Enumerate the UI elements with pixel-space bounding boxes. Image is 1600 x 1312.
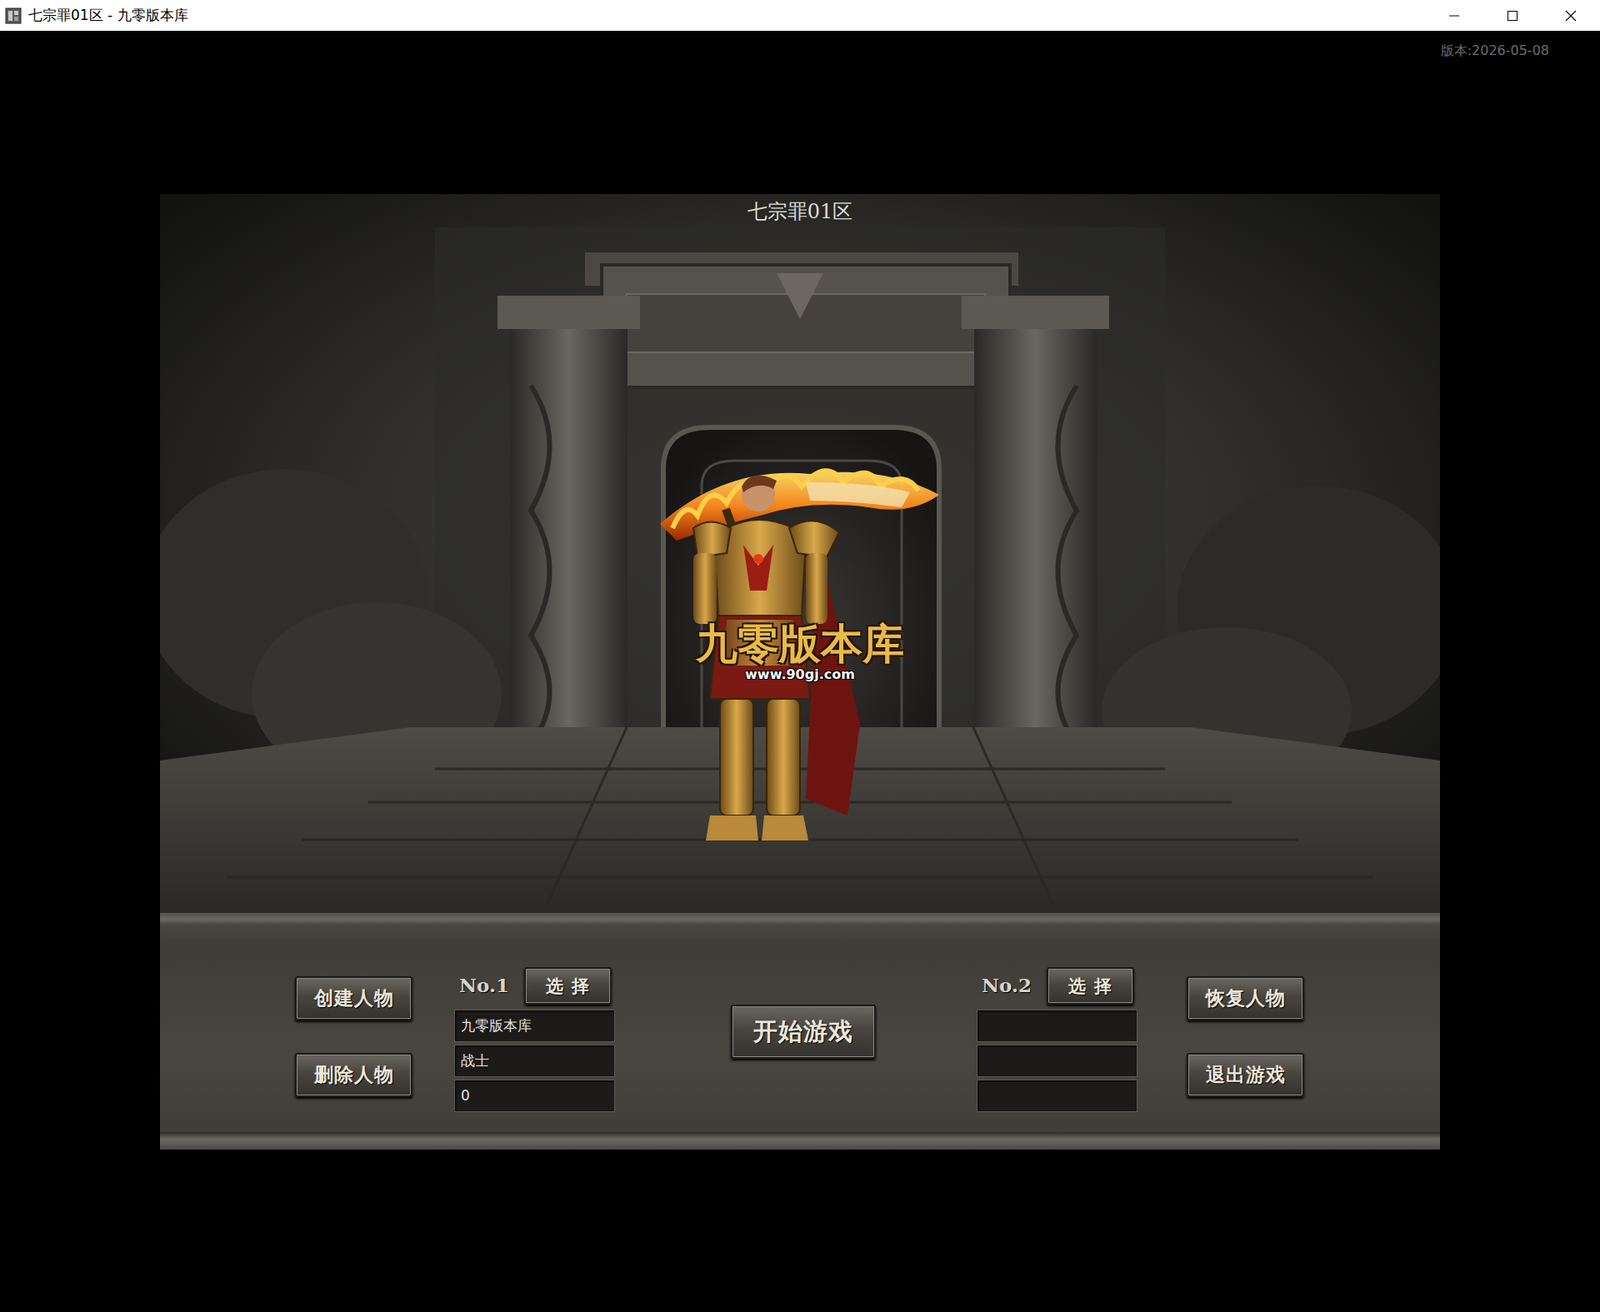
- close-icon: [1564, 9, 1578, 23]
- version-label: 版本:2026-05-08: [1440, 42, 1550, 59]
- title-bar: 七宗罪01区 - 九零版本库: [0, 0, 1600, 31]
- maximize-icon: [1505, 9, 1520, 23]
- delete-character-button[interactable]: 删除人物: [295, 1053, 413, 1098]
- character-name: 九零版本库: [454, 1010, 615, 1043]
- slot-header: No.2选 择: [976, 967, 1140, 1005]
- slot-label: No.1: [454, 971, 525, 1001]
- character-slot: No.1选 择九零版本库战士0: [454, 967, 617, 1113]
- slot-info: 九零版本库战士0: [454, 1010, 615, 1113]
- character-slot: No.2选 择: [976, 967, 1140, 1113]
- select-button[interactable]: 选 择: [1046, 967, 1135, 1005]
- slot-header: No.1选 择: [454, 967, 617, 1005]
- create-character-button[interactable]: 创建人物: [295, 976, 413, 1021]
- character-preview: 九零版本库 www.90gj.com: [660, 449, 941, 863]
- select-panel: 七宗罪01区: [160, 194, 1440, 1150]
- scene: 七宗罪01区: [160, 194, 1440, 914]
- server-title: 七宗罪01区: [160, 199, 1440, 225]
- character-class: [976, 1045, 1138, 1078]
- watermark-name: 九零版本库: [626, 620, 975, 668]
- minimize-button[interactable]: [1425, 0, 1484, 31]
- app-icon: [5, 7, 22, 25]
- maximize-button[interactable]: [1483, 0, 1542, 31]
- window-title: 七宗罪01区 - 九零版本库: [28, 5, 189, 27]
- minimize-icon: [1447, 9, 1461, 23]
- character-class: 战士: [454, 1045, 615, 1078]
- game-window: 版本:2026-05-08: [0, 30, 1600, 1150]
- control-panel: 创建人物删除人物 No.1选 择九零版本库战士0 开始游戏 No.2选 择 恢复…: [160, 913, 1440, 1150]
- watermark-url: www.90gj.com: [626, 667, 975, 683]
- select-button[interactable]: 选 择: [524, 967, 612, 1005]
- exit-game-button[interactable]: 退出游戏: [1186, 1053, 1305, 1098]
- slot-label: No.2: [976, 971, 1047, 1001]
- character-name: [976, 1010, 1138, 1043]
- slot-info: [976, 1010, 1138, 1113]
- start-game-button[interactable]: 开始游戏: [730, 1005, 876, 1060]
- character-level: 0: [454, 1080, 615, 1113]
- restore-character-button[interactable]: 恢复人物: [1186, 976, 1305, 1021]
- close-button[interactable]: [1541, 0, 1600, 31]
- character-level: [976, 1080, 1138, 1113]
- watermark: 九零版本库 www.90gj.com: [626, 620, 975, 683]
